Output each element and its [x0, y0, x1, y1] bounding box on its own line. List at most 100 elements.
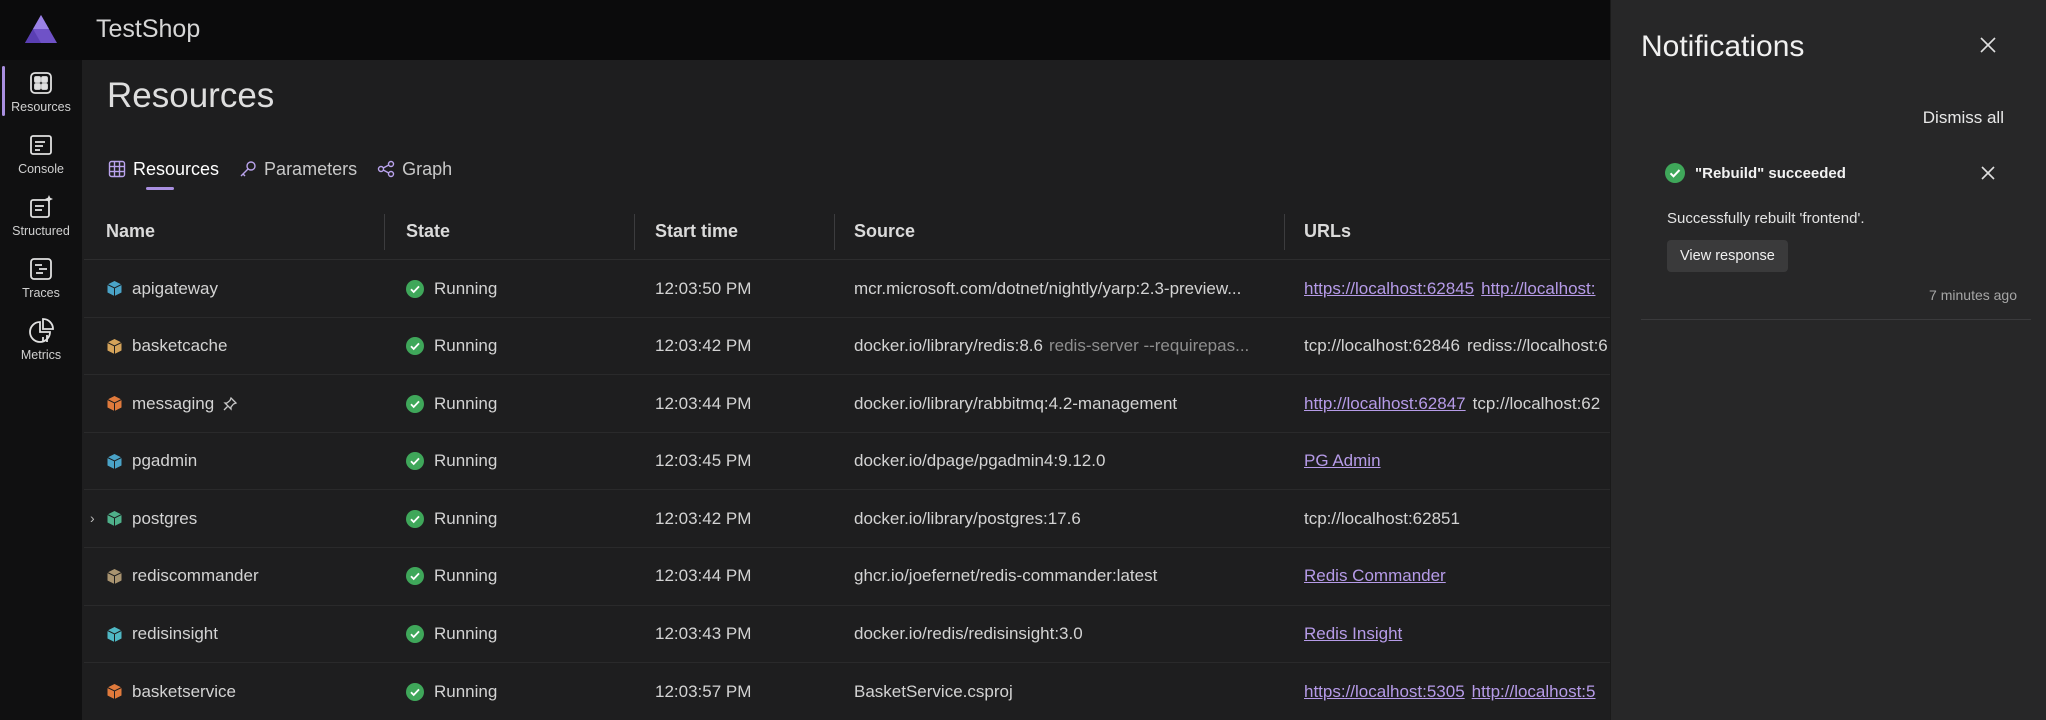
close-icon[interactable] [1977, 34, 1999, 56]
url-link[interactable]: Redis Commander [1304, 566, 1446, 586]
resource-type-icon [107, 626, 122, 642]
source-image: ghcr.io/joefernet/redis-commander:latest [854, 566, 1158, 586]
nav-traces[interactable]: Traces [0, 246, 82, 308]
url-link[interactable]: http://localhost:5 [1472, 682, 1596, 702]
cell-urls: https://localhost:62845 http://localhost: [1304, 260, 1614, 317]
source-args: redis-server --requirepas... [1048, 336, 1250, 356]
resource-name[interactable]: basketservice [132, 682, 236, 702]
table-row[interactable]: basketservice Running 12:03:57 PM BasketSer… [84, 663, 1610, 720]
column-resize-handle[interactable] [834, 214, 835, 250]
table-row[interactable]: pgadmin Running 12:03:45 PM docker.io/dpage… [84, 433, 1610, 491]
nav-structured-label: Structured [12, 224, 70, 238]
url-link[interactable]: https://localhost:5305 [1304, 682, 1465, 702]
tab-parameters[interactable]: Parameters [239, 155, 357, 183]
table-row[interactable]: rediscommander Running 12:03:44 PM ghcr.io/… [84, 548, 1610, 606]
column-header-name[interactable]: Name [106, 202, 155, 260]
table-row[interactable]: › postgres Running 12:03:42 PM docker.io/lib… [84, 490, 1610, 548]
nav-metrics[interactable]: Metrics [0, 308, 82, 370]
column-resize-handle[interactable] [634, 214, 635, 250]
notification-title: "Rebuild" succeeded [1695, 164, 1846, 182]
column-header-urls[interactable]: URLs [1304, 202, 1351, 260]
key-icon [240, 161, 256, 177]
view-response-button[interactable]: View response [1667, 240, 1788, 272]
structured-icon [30, 195, 53, 218]
aspire-logo-icon[interactable] [24, 14, 58, 44]
column-resize-handle[interactable] [384, 214, 385, 250]
notification-header: "Rebuild" succeeded [1665, 163, 1846, 183]
cell-source: docker.io/dpage/pgadmin4:9.12.0 [854, 433, 1264, 490]
url-text: tcp://localhost:62 [1472, 393, 1601, 413]
resource-name[interactable]: apigateway [132, 279, 218, 299]
page-title: Resources [107, 76, 275, 115]
cell-state: Running [406, 433, 586, 490]
cell-state: Running [406, 548, 586, 605]
dismiss-all-button[interactable]: Dismiss all [1923, 108, 2004, 128]
source-image: docker.io/redis/redisinsight:3.0 [854, 624, 1083, 644]
column-header-state[interactable]: State [406, 202, 450, 260]
url-link[interactable]: Redis Insight [1304, 624, 1402, 644]
tab-resources[interactable]: Resources [108, 155, 220, 190]
table-row[interactable]: basketcache Running 12:03:42 PM docker.io/l… [84, 318, 1610, 376]
source-image: docker.io/library/postgres:17.6 [854, 508, 1081, 528]
cell-state: Running [406, 490, 586, 547]
source-image: docker.io/library/redis:8.6 [854, 336, 1043, 356]
cell-urls: http://localhost:62847 tcp://localhost:62 [1304, 375, 1614, 432]
url-link[interactable]: https://localhost:62845 [1304, 279, 1474, 299]
source-image: docker.io/dpage/pgadmin4:9.12.0 [854, 451, 1106, 471]
cell-urls: Redis Commander [1304, 548, 1614, 605]
table-row[interactable]: messaging Running 12:03:44 PM docker.io/lib… [84, 375, 1610, 433]
cell-start-time: 12:03:57 PM [655, 681, 752, 701]
success-check-icon [1665, 163, 1685, 183]
notifications-title: Notifications [1641, 30, 1805, 63]
cell-name: rediscommander [106, 548, 306, 605]
running-check-icon [406, 682, 424, 701]
resource-name[interactable]: basketcache [132, 336, 227, 356]
notification-close-icon[interactable] [1979, 164, 1997, 182]
expand-chevron-icon[interactable]: › [90, 510, 100, 526]
side-navigation: Resources Console Structured Traces Metr… [0, 60, 82, 720]
cell-start-time: 12:03:50 PM [655, 278, 752, 298]
resource-type-icon [107, 511, 122, 527]
app-window: TestShop Resources Console Structured Tr… [0, 0, 2046, 720]
main-content: Resources Resources Parameters Graph Nam… [82, 60, 1610, 720]
grid-header: Name State Start time Source URLs [84, 202, 1610, 260]
column-resize-handle[interactable] [1284, 214, 1285, 250]
column-header-start-time[interactable]: Start time [655, 202, 738, 260]
resource-name[interactable]: redisinsight [132, 624, 218, 644]
column-header-source[interactable]: Source [854, 202, 915, 260]
resource-name[interactable]: pgadmin [132, 451, 197, 471]
source-image: mcr.microsoft.com/dotnet/nightly/yarp:2.… [854, 278, 1242, 298]
resource-type-icon [107, 684, 122, 700]
resource-name[interactable]: rediscommander [132, 566, 259, 586]
running-check-icon [406, 279, 424, 298]
running-check-icon [406, 452, 424, 471]
running-check-icon [406, 567, 424, 586]
nav-console[interactable]: Console [0, 122, 82, 184]
cell-name: basketservice [106, 663, 306, 720]
tab-graph-label: Graph [402, 158, 453, 179]
tab-resources-label: Resources [133, 158, 220, 179]
nav-structured[interactable]: Structured [0, 184, 82, 246]
running-check-icon [406, 337, 424, 356]
state-label: Running [434, 624, 498, 644]
pin-icon[interactable] [222, 396, 238, 412]
url-link[interactable]: http://localhost: [1481, 279, 1595, 299]
cell-source: docker.io/library/redis:8.6 redis-server … [854, 318, 1264, 375]
url-link[interactable]: http://localhost:62847 [1304, 394, 1466, 414]
url-link[interactable]: PG Admin [1304, 451, 1381, 471]
notification-message: Successfully rebuilt 'frontend'. [1667, 210, 1865, 227]
nav-resources[interactable]: Resources [0, 60, 82, 122]
cell-source: docker.io/library/postgres:17.6 [854, 490, 1264, 547]
cell-start-time: 12:03:44 PM [655, 393, 752, 413]
cell-state: Running [406, 260, 586, 317]
resource-type-icon [107, 396, 122, 412]
graph-icon [377, 160, 395, 178]
resource-name[interactable]: messaging [132, 394, 214, 414]
metrics-icon [29, 318, 54, 343]
nav-console-label: Console [18, 162, 64, 176]
resource-name[interactable]: postgres [132, 509, 197, 529]
running-check-icon [406, 625, 424, 644]
table-row[interactable]: apigateway Running 12:03:50 PM mcr.microsof… [84, 260, 1610, 318]
tab-graph[interactable]: Graph [377, 155, 452, 183]
table-row[interactable]: redisinsight Running 12:03:43 PM docker.io/… [84, 606, 1610, 664]
